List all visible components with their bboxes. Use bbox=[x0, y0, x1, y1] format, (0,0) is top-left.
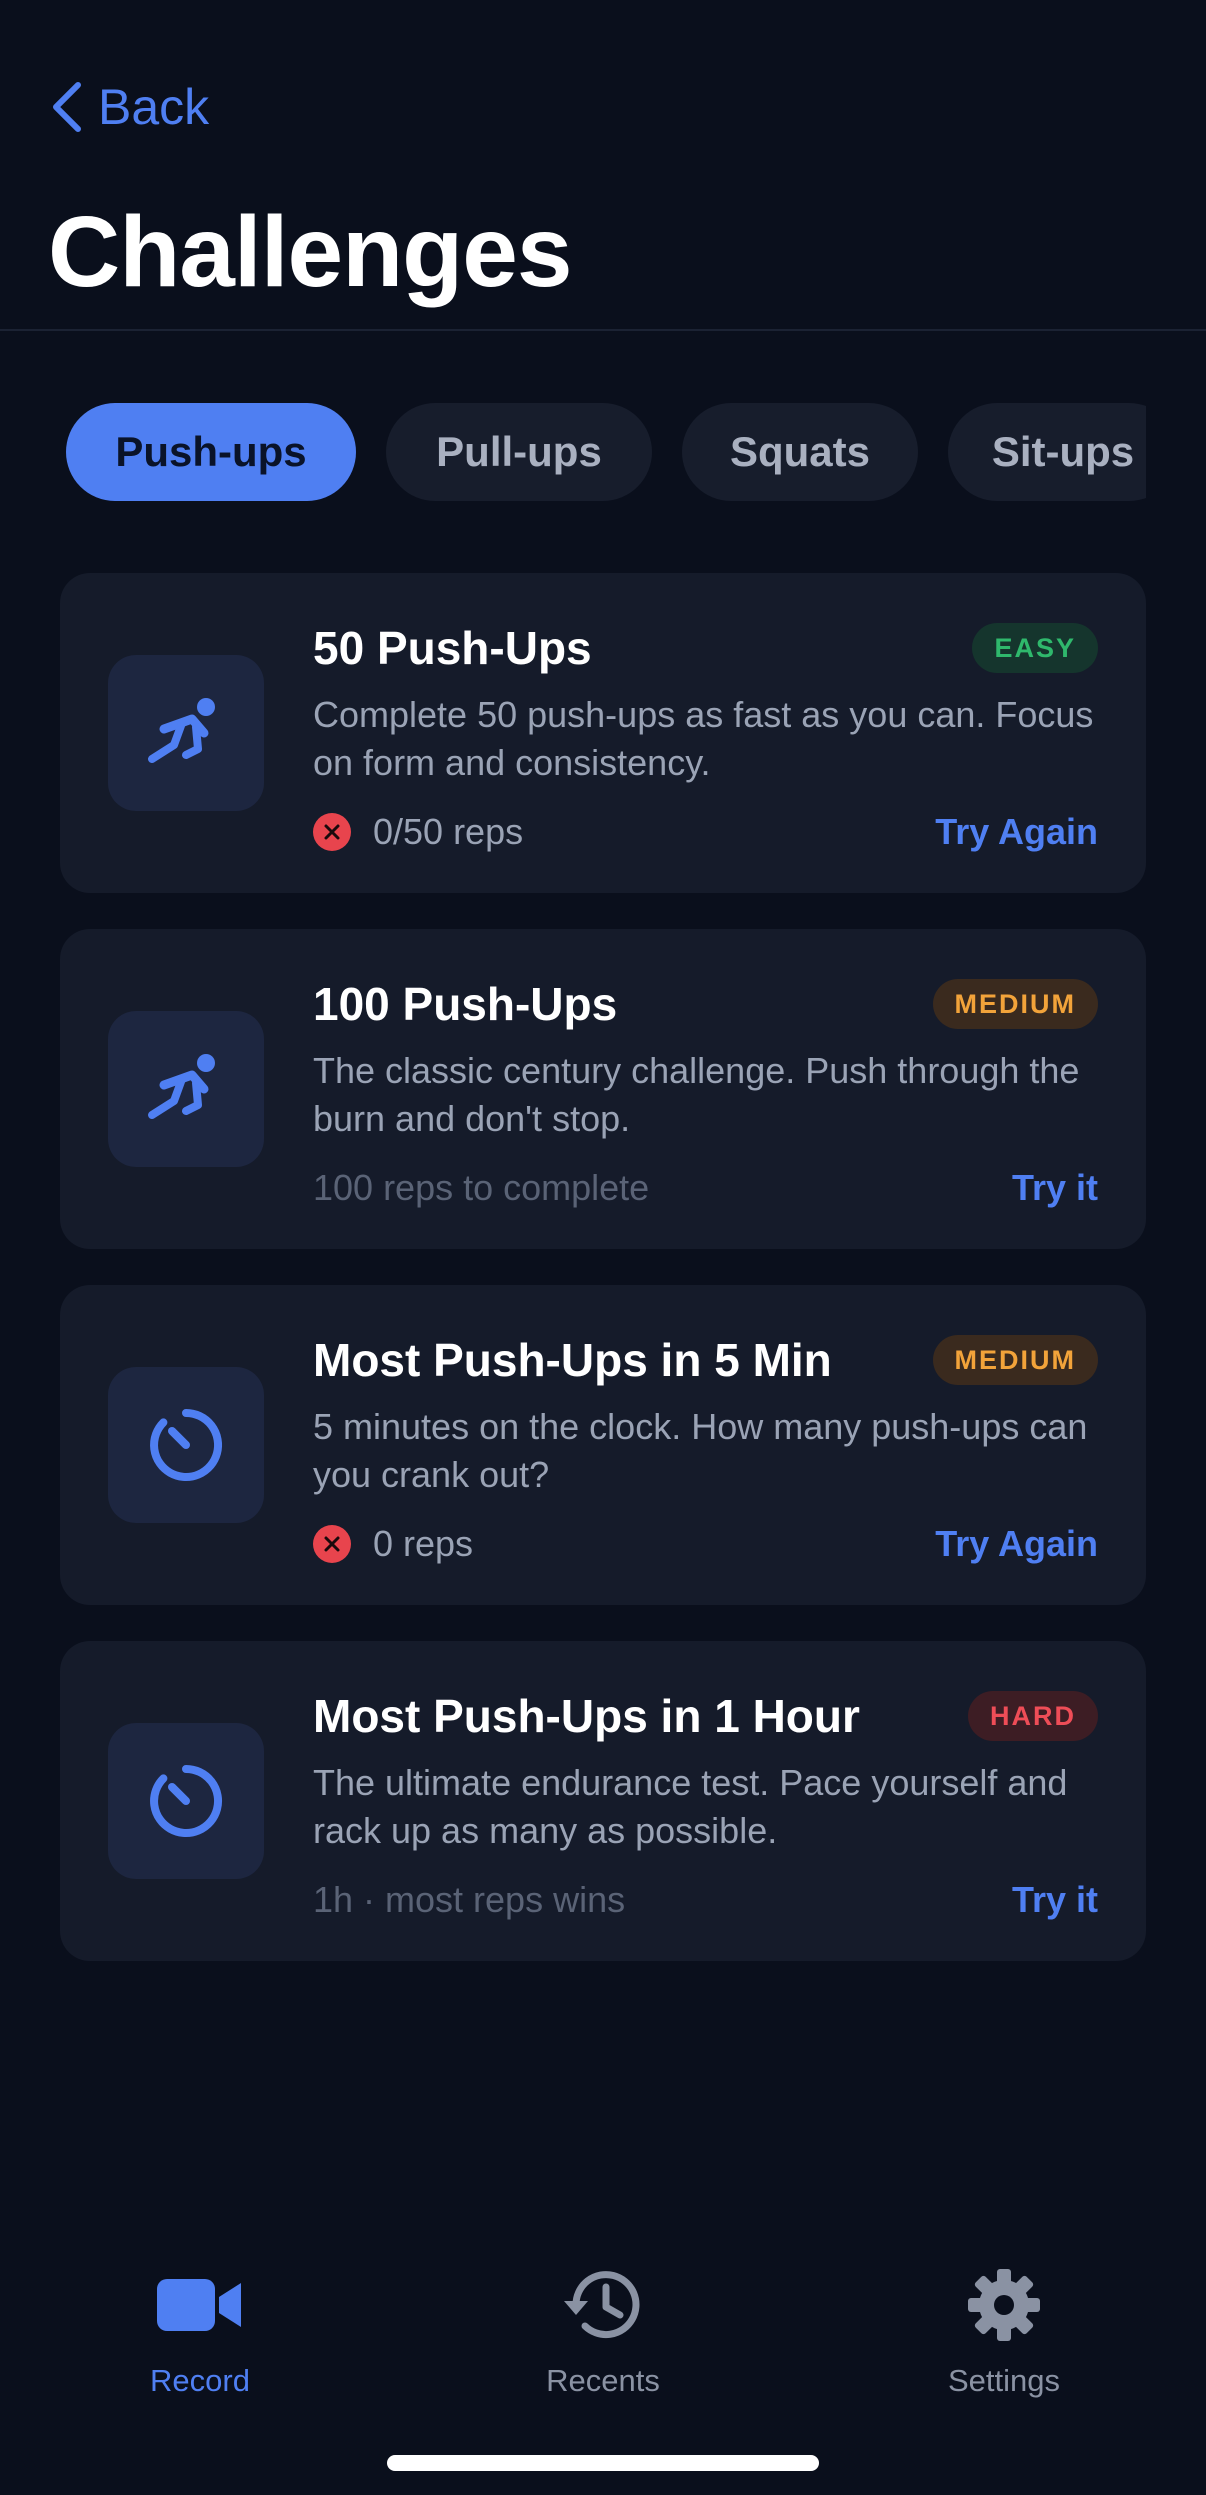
try-again-button[interactable]: Try Again bbox=[935, 811, 1098, 853]
challenge-card[interactable]: 100 Push-Ups MEDIUM The classic century … bbox=[60, 929, 1146, 1249]
try-it-button[interactable]: Try it bbox=[1012, 1167, 1098, 1209]
nav-label: Recents bbox=[546, 2363, 660, 2398]
status-text: 0 reps bbox=[373, 1523, 474, 1564]
challenge-icon-tile bbox=[108, 1011, 264, 1167]
nav-label: Settings bbox=[947, 2363, 1060, 2398]
chevron-left-icon bbox=[53, 82, 81, 132]
challenge-status: 1h · most reps wins bbox=[313, 1879, 625, 1921]
history-clock-icon bbox=[564, 2271, 640, 2339]
difficulty-badge: EASY bbox=[972, 623, 1098, 673]
try-it-button[interactable]: Try it bbox=[1012, 1879, 1098, 1921]
status-text: 0/50 reps bbox=[373, 811, 524, 852]
tab-push-ups[interactable]: Push-ups bbox=[66, 403, 356, 501]
nav-settings[interactable]: Settings bbox=[884, 2265, 1124, 2399]
difficulty-badge: MEDIUM bbox=[932, 979, 1098, 1029]
difficulty-badge: HARD bbox=[968, 1691, 1098, 1741]
timer-icon bbox=[150, 1765, 223, 1837]
challenge-card[interactable]: Most Push-Ups in 1 Hour HARD The ultimat… bbox=[60, 1641, 1146, 1961]
back-label: Back bbox=[98, 79, 210, 135]
page-title: Challenges bbox=[48, 196, 572, 308]
challenge-description: The classic century challenge. Push thro… bbox=[313, 1050, 1080, 1139]
challenge-description: The ultimate endurance test. Pace yourse… bbox=[313, 1762, 1068, 1851]
difficulty-badge: MEDIUM bbox=[932, 1335, 1098, 1385]
push-up-figure-icon bbox=[148, 698, 215, 763]
video-camera-icon bbox=[157, 2279, 241, 2331]
gear-icon bbox=[968, 2269, 1040, 2341]
nav-label: Record bbox=[150, 2363, 250, 2398]
push-up-figure-icon bbox=[148, 1054, 215, 1119]
tab-sit-ups[interactable]: Sit-ups bbox=[948, 403, 1146, 501]
tab-squats[interactable]: Squats bbox=[682, 403, 918, 501]
challenge-status: 0/50 reps bbox=[313, 811, 523, 853]
challenge-description: Complete 50 push-ups as fast as you can.… bbox=[313, 694, 1094, 783]
challenge-description: 5 minutes on the clock. How many push-up… bbox=[313, 1406, 1088, 1495]
challenge-icon-tile bbox=[108, 655, 264, 811]
timer-icon bbox=[150, 1409, 223, 1481]
challenge-title: Most Push-Ups in 5 Min bbox=[313, 1334, 832, 1386]
challenge-title: 100 Push-Ups bbox=[313, 978, 618, 1030]
back-button[interactable]: Back bbox=[48, 78, 209, 136]
challenge-status: 0 reps bbox=[313, 1523, 473, 1565]
challenge-icon-tile bbox=[108, 1367, 264, 1523]
challenge-title: Most Push-Ups in 1 Hour bbox=[313, 1690, 860, 1742]
challenges-screen: Back Challenges Push-ups Pull-ups Squats… bbox=[0, 0, 1206, 2495]
challenge-title: 50 Push-Ups bbox=[313, 622, 592, 674]
nav-record[interactable]: Record bbox=[80, 2265, 320, 2399]
status-text: 1h · most reps wins bbox=[313, 1879, 626, 1920]
header-divider bbox=[0, 329, 1206, 331]
home-indicator[interactable] bbox=[387, 2455, 819, 2471]
failed-x-icon bbox=[313, 1525, 351, 1563]
failed-x-icon bbox=[313, 813, 351, 851]
tab-pull-ups[interactable]: Pull-ups bbox=[386, 403, 652, 501]
nav-recents[interactable]: Recents bbox=[483, 2265, 723, 2399]
status-text: 100 reps to complete bbox=[313, 1167, 650, 1208]
exercise-tabs: Push-ups Pull-ups Squats Sit-ups bbox=[66, 403, 1146, 501]
challenge-card[interactable]: 50 Push-Ups EASY Complete 50 push-ups as… bbox=[60, 573, 1146, 893]
challenge-card[interactable]: Most Push-Ups in 5 Min MEDIUM 5 minutes … bbox=[60, 1285, 1146, 1605]
challenge-icon-tile bbox=[108, 1723, 264, 1879]
try-again-button[interactable]: Try Again bbox=[935, 1523, 1098, 1565]
challenge-status: 100 reps to complete bbox=[313, 1167, 649, 1209]
